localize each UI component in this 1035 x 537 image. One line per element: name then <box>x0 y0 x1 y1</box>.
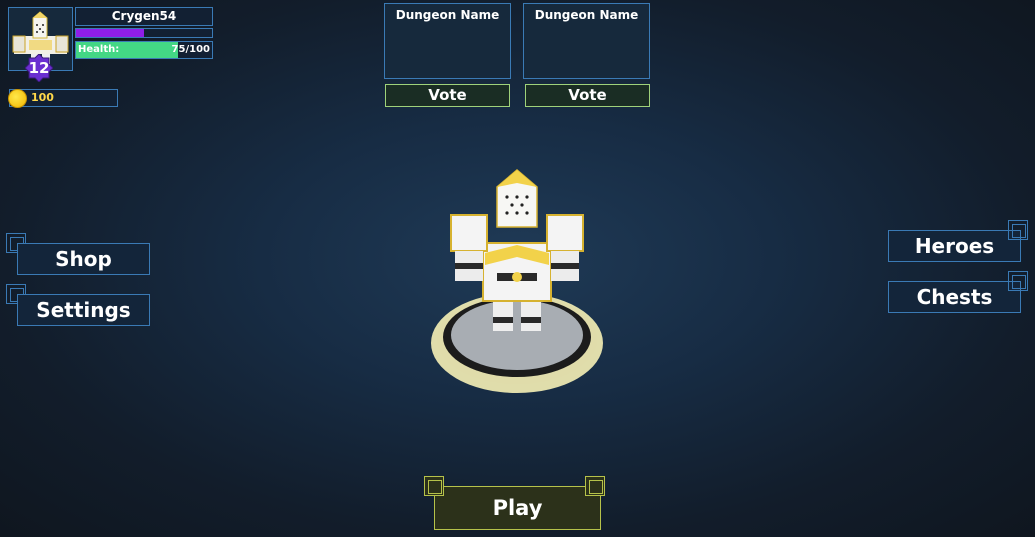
level-badge: 12 <box>25 54 53 82</box>
health-value: 75/100 <box>171 44 210 55</box>
coin-counter: 100 <box>8 89 118 108</box>
level-text: 12 <box>28 59 50 77</box>
heroes-button[interactable]: Heroes <box>888 230 1021 262</box>
dungeon-option-2: Dungeon Name <box>523 3 650 79</box>
play-button[interactable]: Play <box>434 486 601 530</box>
dungeon-name-2: Dungeon Name <box>534 8 639 22</box>
vote-button-1[interactable]: Vote <box>385 84 510 107</box>
play-corner-decoration-left <box>424 476 444 496</box>
settings-button[interactable]: Settings <box>17 294 150 326</box>
dungeon-option-1: Dungeon Name <box>384 3 511 79</box>
xp-bar-fill <box>76 29 144 37</box>
chests-corner-decoration <box>1008 271 1028 291</box>
heroes-corner-decoration <box>1008 220 1028 240</box>
health-label: Health: <box>78 44 120 55</box>
player-name: Crygen54 <box>75 7 213 26</box>
health-bar: Health: 75/100 <box>75 41 213 59</box>
play-corner-decoration-right <box>585 476 605 496</box>
coin-value: 100 <box>31 91 54 104</box>
dungeon-name-1: Dungeon Name <box>395 8 500 22</box>
vote-button-2[interactable]: Vote <box>525 84 650 107</box>
hero-preview <box>431 169 603 393</box>
chests-button[interactable]: Chests <box>888 281 1021 313</box>
xp-bar <box>75 28 213 38</box>
pedestal <box>451 300 583 370</box>
shop-button[interactable]: Shop <box>17 243 150 275</box>
coin-icon <box>8 89 27 108</box>
